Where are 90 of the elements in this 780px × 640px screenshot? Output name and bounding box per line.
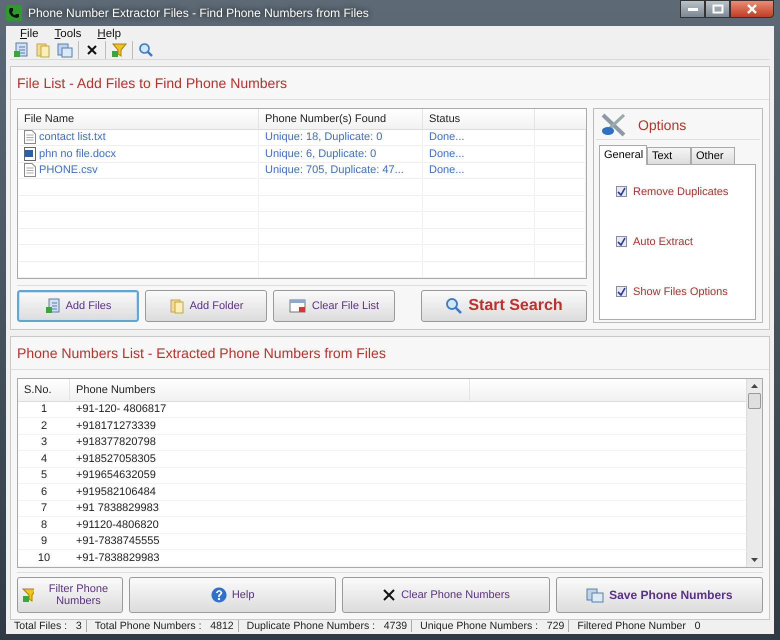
table-cell: Unique: 18, Duplicate: 0	[259, 130, 423, 145]
scroll-up-icon	[751, 384, 758, 388]
scroll-thumb[interactable]	[748, 392, 761, 408]
table-cell-text: 9	[40, 535, 48, 548]
table-cell-text: +919582106484	[75, 486, 157, 498]
menu-item[interactable]: Help	[93, 28, 126, 40]
filter-icon	[22, 586, 34, 602]
tab[interactable]: General	[599, 144, 647, 164]
table-cell-text: +91 7838829983	[75, 502, 160, 514]
table-cell-text: 7	[40, 502, 48, 514]
table-cell-text: +918377820798	[75, 436, 157, 448]
table-cell: Unique: 6, Duplicate: 0	[259, 146, 423, 162]
column-header: Phone Numbers	[70, 378, 470, 400]
checkbox-label: Show Files Options	[633, 286, 728, 298]
minimize-button[interactable]	[680, 0, 705, 18]
folder-icon	[168, 298, 185, 314]
file-name[interactable]: contact list.txt	[39, 131, 106, 144]
phone-button[interactable]: Help	[129, 576, 336, 612]
search-icon	[445, 297, 464, 315]
status-item: Total Phone Numbers : 4812	[90, 620, 239, 632]
checkbox-label: Auto Extract	[633, 236, 693, 248]
table-cell-text: +918527058305	[75, 452, 157, 465]
save-icon[interactable]	[56, 40, 74, 58]
table-cell-text: +91-120- 4806817	[75, 403, 168, 416]
status-item: Filtered Phone Number 0	[576, 620, 702, 632]
start-search-button[interactable]: Start Search	[421, 290, 587, 322]
file-button[interactable]: Add Files	[17, 290, 139, 322]
maximize-button[interactable]	[705, 0, 730, 18]
table-cell-text: 1	[40, 403, 48, 416]
checkbox[interactable]	[616, 236, 627, 247]
table-cell-text: +91-7838829983	[75, 552, 160, 564]
file-button[interactable]: Clear File List	[273, 290, 395, 322]
add-file-icon[interactable]	[12, 40, 30, 58]
status-item: Total Files : 3	[10, 620, 87, 632]
close-button[interactable]	[730, 0, 774, 18]
section-heading: Phone Numbers List - Extracted Phone Numbers from Files	[11, 342, 769, 370]
section-heading: File List - Add Files to Find Phone Numbers	[11, 72, 769, 100]
table-cell-text: +91120-4806820	[75, 518, 160, 531]
table-cell-text: 3	[40, 436, 48, 448]
menu-item[interactable]: Tools	[50, 28, 86, 40]
maximize-icon	[712, 4, 724, 14]
file-button[interactable]: Add Folder	[145, 290, 267, 322]
status-item: Duplicate Phone Numbers : 4739	[242, 620, 412, 632]
delete-icon	[382, 588, 396, 602]
scrollbar[interactable]	[746, 378, 762, 566]
status-item: Unique Phone Numbers : 729	[416, 620, 570, 632]
text-file-icon	[24, 163, 36, 178]
checkbox-label: Remove Duplicates	[633, 186, 728, 198]
file-name[interactable]: phn no file.docx	[39, 148, 116, 160]
phone-app-icon	[6, 5, 22, 21]
menu-item[interactable]: File	[16, 28, 43, 40]
search-icon[interactable]	[137, 40, 155, 58]
column-header: Phone Number(s) Found	[259, 108, 423, 128]
table-cell-text: 4	[40, 452, 48, 465]
add-file-icon	[44, 298, 61, 314]
window-title: Phone Number Extractor Files - Find Phone Numbers from Files	[28, 6, 369, 20]
table-cell-text: +91-7838745555	[75, 535, 160, 548]
help-icon	[210, 586, 227, 602]
save-icon	[586, 586, 604, 602]
close-icon	[746, 4, 758, 14]
table-cell: Done...	[423, 162, 535, 178]
table-cell-text: 10	[36, 552, 52, 564]
document-icon	[24, 146, 36, 161]
phone-button[interactable]: Filter Phone Numbers	[17, 576, 123, 612]
file-name[interactable]: PHONE.csv	[39, 164, 98, 176]
tab[interactable]: Text	[647, 146, 691, 164]
table-cell-text: 6	[40, 486, 48, 498]
checkbox[interactable]	[616, 286, 627, 297]
tools-icon	[600, 112, 628, 136]
tab[interactable]: Other	[691, 146, 735, 164]
table-cell: Done...	[423, 130, 535, 145]
filter-icon[interactable]	[110, 40, 128, 58]
phone-button[interactable]: Clear Phone Numbers	[342, 576, 550, 612]
table-cell-text: +918171273339	[75, 420, 157, 432]
table-cell: Done...	[423, 146, 535, 162]
options-title: Options	[638, 116, 686, 132]
table-cell: Unique: 705, Duplicate: 47...	[259, 162, 423, 178]
scroll-down-icon	[751, 558, 758, 562]
table-cell-text: 5	[40, 469, 48, 482]
table-cell-text: 2	[40, 420, 48, 432]
column-header: S.No.	[18, 378, 70, 400]
column-header: File Name	[18, 108, 259, 128]
table-cell-text: 8	[40, 518, 48, 531]
minimize-icon	[686, 6, 698, 12]
checkbox[interactable]	[616, 186, 627, 197]
column-header: Status	[423, 108, 535, 128]
text-file-icon	[24, 130, 36, 144]
phone-button[interactable]: Save Phone Numbers	[556, 576, 763, 612]
table-cell-text: +919654632059	[75, 469, 157, 482]
window-clear-icon	[288, 298, 307, 314]
